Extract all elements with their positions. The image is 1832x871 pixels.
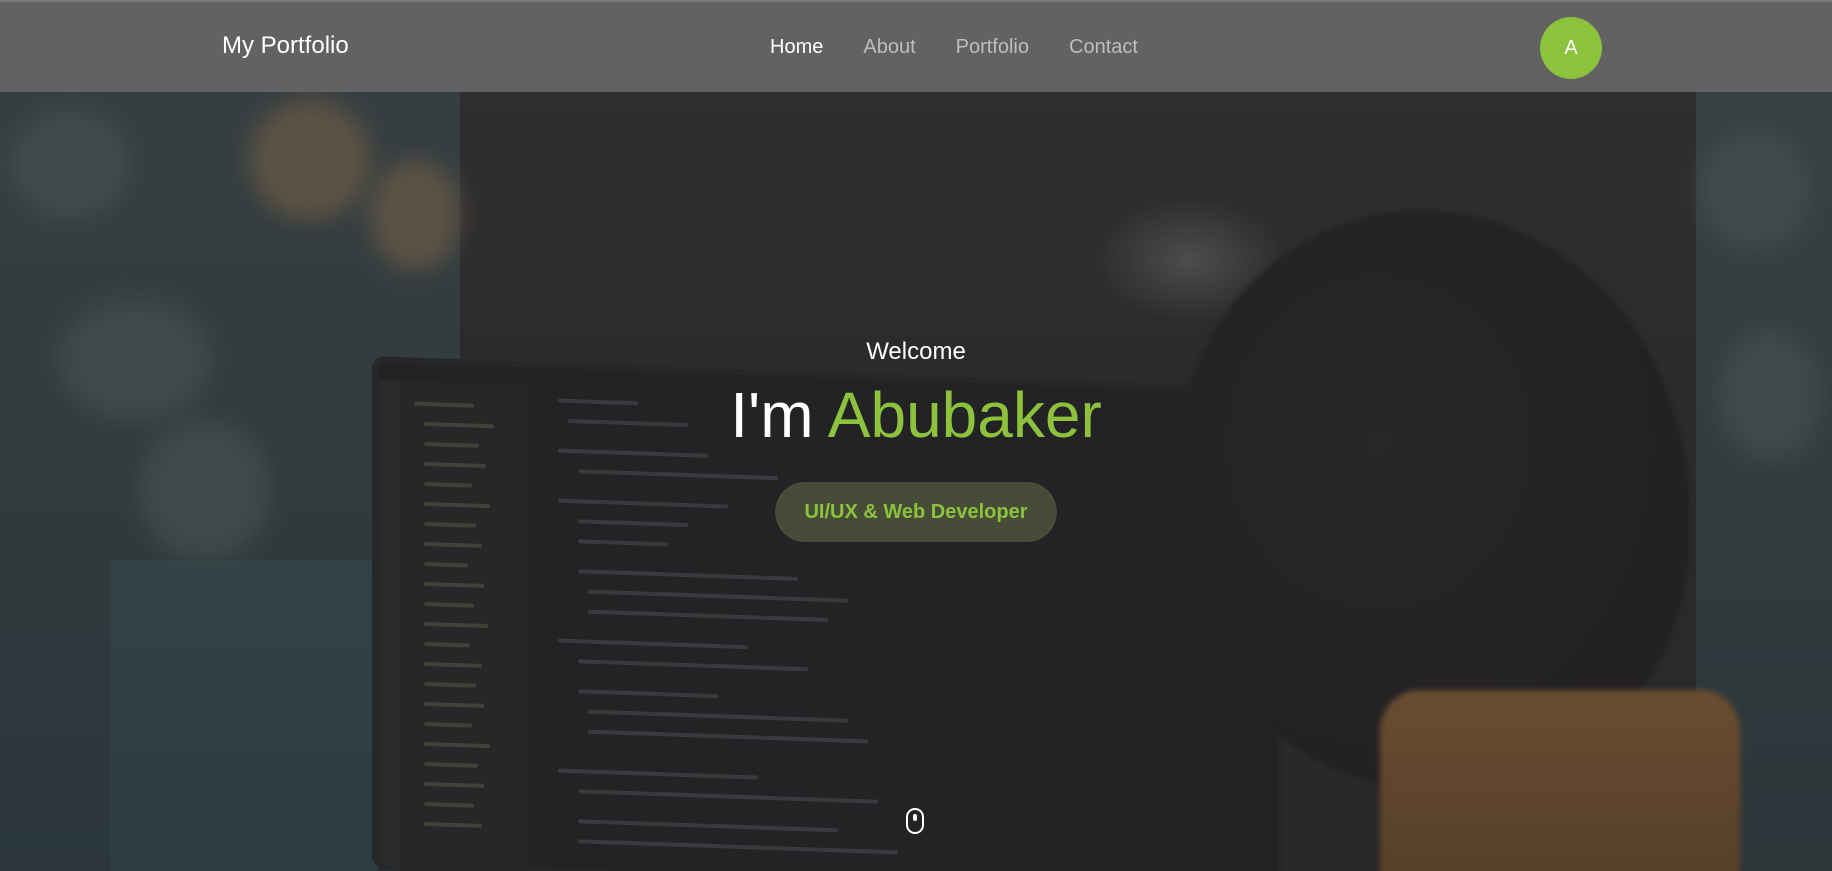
hero-welcome-text: Welcome xyxy=(866,338,966,365)
nav-link-home[interactable]: Home xyxy=(770,36,823,59)
hero-headline: I'm Abubaker xyxy=(0,378,1832,452)
nav-links: Home About Portfolio Contact xyxy=(770,36,1138,59)
nav-link-contact[interactable]: Contact xyxy=(1069,36,1138,59)
nav-link-about[interactable]: About xyxy=(863,36,915,59)
portfolio-page: My Portfolio Home About Portfolio Contac… xyxy=(0,0,1832,871)
top-navbar: My Portfolio Home About Portfolio Contac… xyxy=(0,0,1832,92)
hero-section: Welcome I'm Abubaker UI/UX & Web Develop… xyxy=(0,0,1832,871)
headline-prefix: I'm xyxy=(730,379,814,451)
headline-name: Abubaker xyxy=(827,379,1102,451)
user-avatar-button[interactable]: A xyxy=(1540,17,1602,79)
mouse-scroll-icon[interactable] xyxy=(906,808,924,834)
role-badge: UI/UX & Web Developer xyxy=(775,482,1057,542)
brand-logo-link[interactable]: My Portfolio xyxy=(222,32,349,60)
nav-link-portfolio[interactable]: Portfolio xyxy=(956,36,1029,59)
